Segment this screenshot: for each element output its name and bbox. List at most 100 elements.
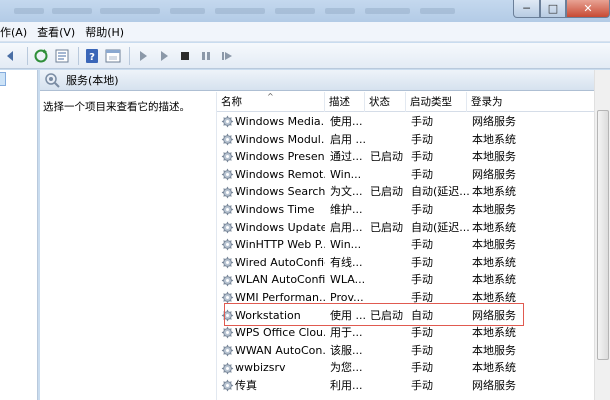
service-row[interactable]: Wired AutoConfig 有线... 手动 本地系统 — [217, 254, 610, 272]
service-row[interactable]: Windows Remot... Win... 手动 网络服务 — [217, 166, 610, 184]
scrollbar-thumb[interactable] — [597, 110, 609, 360]
service-name-cell: WinHTTP Web P... — [221, 236, 325, 254]
service-row[interactable]: Windows Search 为文... 已启动 自动(延迟... 本地系统 — [217, 183, 610, 201]
service-startup-type: 手动 — [411, 273, 433, 287]
service-name: Windows Presen... — [235, 150, 325, 164]
menu-help[interactable]: 帮助(H) — [80, 24, 129, 40]
service-logon-as: 本地系统 — [472, 361, 516, 375]
service-name: WinHTTP Web P... — [235, 238, 325, 252]
window-controls: ─ □ ✕ — [513, 0, 610, 18]
service-name-cell: Windows Search — [221, 183, 325, 201]
service-gear-icon — [221, 362, 235, 375]
service-description: 用于... — [330, 326, 363, 340]
service-startup-type: 手动 — [411, 361, 433, 375]
service-startup-type: 手动 — [411, 150, 433, 164]
magnifier-gear-icon — [45, 73, 60, 88]
service-name-cell: Windows Remot... — [221, 166, 325, 184]
service-name-cell: WLAN AutoConfig — [221, 271, 325, 289]
blurred-title-text — [420, 8, 455, 14]
service-description: 维护... — [330, 203, 363, 216]
service-description: 启用 ... — [330, 132, 366, 146]
service-logon-as: 网络服务 — [472, 115, 516, 128]
column-header-startup-type[interactable]: 启动类型 — [406, 92, 467, 112]
service-description: Win... — [330, 167, 362, 181]
sort-ascending-icon: ^ — [267, 92, 274, 101]
stop-icon[interactable] — [176, 47, 194, 65]
service-description: Win... — [330, 238, 362, 252]
blurred-title-text — [100, 8, 160, 14]
service-row[interactable]: Windows Presen... 通过... 已启动手动 本地服务 — [217, 148, 610, 166]
menu-view[interactable]: 查看(V) — [32, 24, 80, 40]
column-header-logon-as[interactable]: 登录为 — [467, 92, 610, 112]
service-name: Windows Media... — [235, 115, 325, 128]
restart-icon[interactable] — [218, 47, 236, 65]
blurred-title-text — [365, 8, 410, 14]
service-startup-type: 自动(延迟... — [411, 185, 469, 199]
service-gear-icon — [221, 291, 235, 304]
service-row[interactable]: WinHTTP Web P... Win... 手动 本地服务 — [217, 236, 610, 254]
service-description: 利用... — [330, 379, 363, 392]
pause-icon[interactable] — [197, 47, 215, 65]
service-row[interactable]: Windows Media... 使用... 手动 网络服务 — [217, 113, 610, 131]
service-name-cell: Workstation — [221, 307, 325, 325]
toolbar-separator — [129, 46, 130, 65]
service-logon-as: 本地服务 — [472, 150, 516, 164]
column-header-status[interactable]: 状态 — [365, 92, 406, 112]
selected-tree-node[interactable] — [0, 72, 6, 86]
column-header-name[interactable]: ^ 名称 — [217, 92, 325, 112]
svg-text:?: ? — [89, 52, 95, 63]
service-gear-icon — [221, 256, 235, 269]
column-header-description-label: 描述 — [329, 96, 350, 108]
service-row[interactable]: WPS Office Clou... 用于... 手动 本地系统 — [217, 324, 610, 342]
service-name-cell: Windows Update — [221, 219, 325, 237]
service-row[interactable]: WWAN AutoCon... 该服... 手动 本地服务 — [217, 342, 610, 360]
service-row[interactable]: Workstation 使用 ... 已启动 自动 网络服务 — [217, 307, 610, 325]
service-name: Wired AutoConfig — [235, 255, 325, 269]
service-logon-as: 网络服务 — [472, 167, 516, 181]
back-arrow-icon[interactable] — [2, 47, 20, 65]
service-row[interactable]: 传真 利用... 手动 网络服务 — [217, 377, 610, 395]
help-icon[interactable]: ? — [83, 47, 101, 65]
service-startup-type: 手动 — [411, 343, 433, 357]
column-header-description[interactable]: 描述 — [325, 92, 365, 112]
service-logon-as: 本地系统 — [472, 326, 516, 340]
service-row[interactable]: wwbizsrv 为您... 手动 本地系统 — [217, 359, 610, 377]
service-gear-icon — [221, 115, 235, 128]
service-row[interactable]: WMI Performan... Prov... 手动 本地系统 — [217, 289, 610, 307]
service-name-cell: Windows Presen... — [221, 148, 325, 166]
play-icon[interactable] — [134, 47, 152, 65]
service-row[interactable]: WLAN AutoConfig WLA... 手动 本地系统 — [217, 271, 610, 289]
vertical-scrollbar[interactable] — [594, 70, 610, 400]
properties-icon[interactable] — [104, 47, 122, 65]
service-name-cell: Windows Time — [221, 201, 325, 219]
services-header-title: 服务(本地) — [66, 74, 119, 87]
service-name-cell: Windows Modul... — [221, 131, 325, 149]
service-name-cell: WMI Performan... — [221, 289, 325, 307]
services-list[interactable]: ^ 名称 描述 状态 启动类型 登录为 Windows Media... 使用..… — [216, 92, 610, 400]
service-gear-icon — [221, 309, 235, 322]
service-name-cell: Windows Media... — [221, 113, 325, 131]
maximize-button[interactable]: □ — [540, 0, 566, 18]
service-gear-icon — [221, 168, 235, 181]
menu-bar: 作(A) 查看(V) 帮助(H) — [0, 22, 610, 42]
service-row[interactable]: Windows Time 维护... 手动 本地服务 — [217, 201, 610, 219]
service-name: WMI Performan... — [235, 291, 325, 304]
service-startup-type: 手动 — [411, 132, 433, 146]
service-row[interactable]: Windows Modul... 启用 ... 手动 本地系统 — [217, 131, 610, 149]
console-tree-pane[interactable] — [0, 70, 38, 400]
service-name-cell: WPS Office Clou... — [221, 324, 325, 342]
refresh-icon[interactable] — [32, 47, 50, 65]
minimize-button[interactable]: ─ — [513, 0, 540, 18]
toolbar-separator — [27, 46, 28, 65]
close-button[interactable]: ✕ — [566, 0, 610, 18]
service-name: WPS Office Clou... — [235, 326, 325, 340]
service-gear-icon — [221, 326, 235, 339]
service-name: Workstation — [235, 308, 301, 322]
service-name: Windows Remot... — [235, 167, 325, 181]
service-row[interactable]: Windows Update 启用... 已启动 自动(延迟... 本地系统 — [217, 219, 610, 237]
column-header-startup-label: 启动类型 — [410, 96, 452, 108]
export-list-icon[interactable] — [53, 47, 71, 65]
menu-action[interactable]: 作(A) — [0, 24, 32, 40]
play-alt-icon[interactable] — [155, 47, 173, 65]
service-logon-as: 网络服务 — [472, 379, 516, 392]
